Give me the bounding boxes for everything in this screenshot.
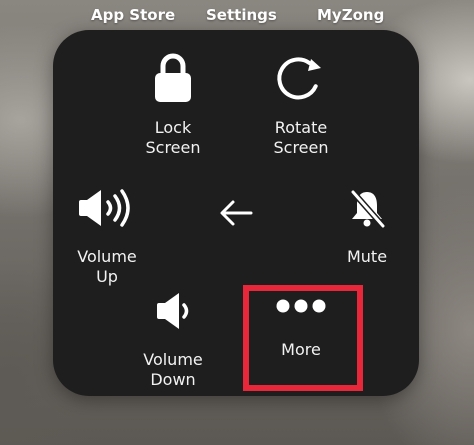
volume-up-label: Volume Up <box>77 247 137 286</box>
home-screen-app-labels: App Store Settings MyZong <box>0 6 474 28</box>
app-label-app-store[interactable]: App Store <box>91 6 175 24</box>
lock-icon <box>155 53 191 102</box>
speaker-loud-icon <box>79 189 130 227</box>
mute-button[interactable]: Mute <box>321 188 413 270</box>
lock-screen-button[interactable]: Lock Screen <box>127 52 219 162</box>
volume-down-label: Volume Down <box>143 350 203 389</box>
rotate-screen-button[interactable]: Rotate Screen <box>255 52 347 162</box>
rotate-icon <box>277 57 321 100</box>
volume-up-button[interactable]: Volume Up <box>61 188 153 290</box>
volume-down-button[interactable]: Volume Down <box>127 292 219 394</box>
speaker-soft-icon <box>157 293 189 329</box>
back-arrow-icon <box>220 200 253 226</box>
app-label-myzong[interactable]: MyZong <box>317 6 384 24</box>
lock-screen-label: Lock Screen <box>145 118 201 157</box>
bell-slash-icon <box>350 189 386 228</box>
back-button[interactable] <box>216 198 256 228</box>
mute-label: Mute <box>346 247 388 266</box>
assistive-touch-menu: Lock Screen Rotate Screen Volume Up Mute… <box>53 30 419 396</box>
highlight-annotation-box <box>243 285 363 391</box>
app-label-settings[interactable]: Settings <box>206 6 277 24</box>
rotate-screen-label: Rotate Screen <box>273 118 329 157</box>
